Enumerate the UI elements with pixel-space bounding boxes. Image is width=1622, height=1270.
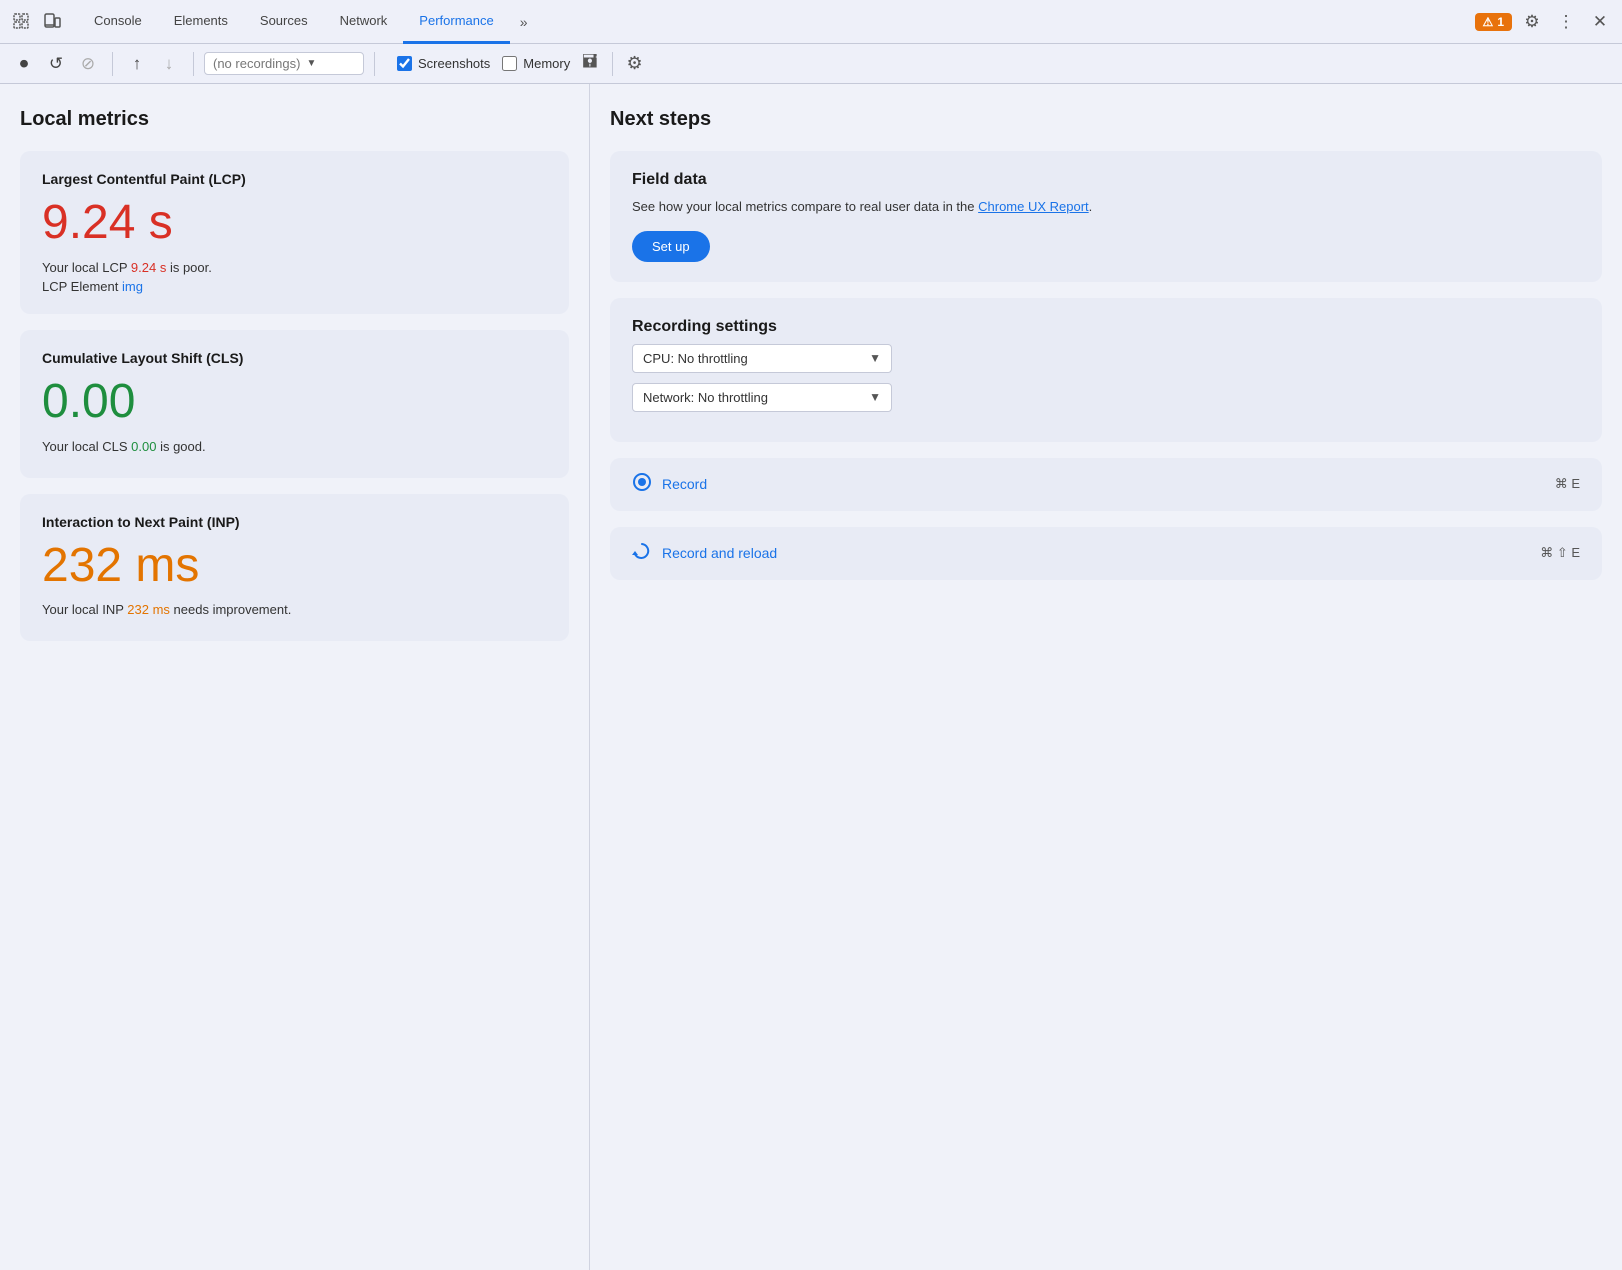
lcp-desc: Your local LCP 9.24 s is poor. <box>42 260 547 275</box>
inp-desc-value: 232 ms <box>127 602 170 617</box>
right-panel: Next steps Field data See how your local… <box>590 84 1622 1270</box>
left-panel: Local metrics Largest Contentful Paint (… <box>0 84 590 1270</box>
cls-card-title: Cumulative Layout Shift (CLS) <box>42 350 547 366</box>
record-reload-action-label: Record and reload <box>662 545 777 561</box>
more-options-icon[interactable]: ⋮ <box>1552 8 1580 36</box>
refresh-button[interactable]: ↺ <box>42 50 70 78</box>
record-action-label: Record <box>662 476 707 492</box>
toolbar-separator-4 <box>612 52 613 76</box>
lcp-value: 9.24 s <box>42 197 547 250</box>
cpu-throttling-select[interactable]: CPU: No throttling ▼ <box>632 344 892 373</box>
lcp-card-title: Largest Contentful Paint (LCP) <box>42 171 547 187</box>
recording-settings-card: Recording settings CPU: No throttling ▼ … <box>610 298 1602 442</box>
network-throttling-select[interactable]: Network: No throttling ▼ <box>632 383 892 412</box>
tab-sources[interactable]: Sources <box>244 0 324 44</box>
screenshots-checkbox[interactable] <box>397 56 412 71</box>
devtools-device-icon[interactable] <box>38 8 66 36</box>
record-reload-action-left[interactable]: Record and reload <box>632 541 777 566</box>
settings-icon[interactable]: ⚙ <box>1518 8 1546 36</box>
memory-label: Memory <box>523 56 570 71</box>
field-data-desc-after: . <box>1089 199 1093 214</box>
record-action-card[interactable]: Record ⌘ E <box>610 458 1602 511</box>
upload-button[interactable]: ↑ <box>123 50 151 78</box>
screenshots-checkbox-label[interactable]: Screenshots <box>397 56 490 71</box>
cls-value: 0.00 <box>42 376 547 429</box>
cls-desc: Your local CLS 0.00 is good. <box>42 439 547 454</box>
record-reload-shortcut: ⌘ ⇧ E <box>1540 545 1580 561</box>
field-data-card: Field data See how your local metrics co… <box>610 151 1602 282</box>
field-data-desc: See how your local metrics compare to re… <box>632 197 1580 217</box>
recording-select-arrow: ▼ <box>306 58 316 69</box>
cls-desc-suffix: is good. <box>156 439 205 454</box>
toolbar-settings-icon[interactable]: ⚙ <box>627 53 643 74</box>
lcp-element-label: LCP Element <box>42 279 118 294</box>
toolbar: ⏺ ↺ ⊘ ↑ ↓ (no recordings) ▼ Screenshots … <box>0 44 1622 84</box>
recording-select-label: (no recordings) <box>213 56 300 71</box>
memory-checkbox-label[interactable]: Memory <box>502 56 570 71</box>
inp-desc-suffix: needs improvement. <box>170 602 291 617</box>
field-data-title: Field data <box>632 171 1580 189</box>
record-reload-icon <box>632 541 652 566</box>
tab-console[interactable]: Console <box>78 0 158 44</box>
screenshots-label: Screenshots <box>418 56 490 71</box>
lcp-element: LCP Element img <box>42 279 547 294</box>
local-metrics-title: Local metrics <box>20 108 569 131</box>
inp-card: Interaction to Next Paint (INP) 232 ms Y… <box>20 494 569 642</box>
record-shortcut: ⌘ E <box>1555 476 1580 492</box>
tab-elements[interactable]: Elements <box>158 0 244 44</box>
network-throttling-arrow: ▼ <box>869 390 881 404</box>
lcp-desc-suffix: is poor. <box>166 260 212 275</box>
inp-card-title: Interaction to Next Paint (INP) <box>42 514 547 530</box>
network-throttling-label: Network: No throttling <box>643 390 768 405</box>
cls-card: Cumulative Layout Shift (CLS) 0.00 Your … <box>20 330 569 478</box>
next-steps-title: Next steps <box>610 108 1602 131</box>
main-content: Local metrics Largest Contentful Paint (… <box>0 84 1622 1270</box>
tab-items: Console Elements Sources Network Perform… <box>78 0 1471 44</box>
tab-network[interactable]: Network <box>324 0 404 44</box>
inp-value: 232 ms <box>42 540 547 593</box>
cpu-throttling-label: CPU: No throttling <box>643 351 748 366</box>
tab-performance[interactable]: Performance <box>403 0 509 44</box>
record-action-left[interactable]: Record <box>632 472 707 497</box>
memory-icon[interactable]: 🖬 <box>582 49 597 79</box>
issues-icon: ⚠ <box>1483 15 1494 29</box>
issues-badge[interactable]: ⚠ 1 <box>1475 13 1512 31</box>
recording-settings-title: Recording settings <box>632 318 1580 336</box>
devtools-select-icon[interactable] <box>8 8 36 36</box>
field-data-desc-before: See how your local metrics compare to re… <box>632 199 978 214</box>
record-button[interactable]: ⏺ <box>10 50 38 78</box>
cpu-throttling-arrow: ▼ <box>869 351 881 365</box>
issues-count: 1 <box>1497 15 1504 29</box>
toolbar-separator-1 <box>112 52 113 76</box>
tab-more[interactable]: » <box>510 0 538 44</box>
toolbar-separator-2 <box>193 52 194 76</box>
lcp-card: Largest Contentful Paint (LCP) 9.24 s Yo… <box>20 151 569 314</box>
tab-bar-left <box>8 8 66 36</box>
toolbar-right: Screenshots Memory 🖬 <box>397 49 598 79</box>
recording-select[interactable]: (no recordings) ▼ <box>204 52 364 75</box>
setup-button[interactable]: Set up <box>632 231 710 262</box>
memory-checkbox[interactable] <box>502 56 517 71</box>
close-icon[interactable]: ✕ <box>1586 8 1614 36</box>
download-button[interactable]: ↓ <box>155 50 183 78</box>
tab-bar: Console Elements Sources Network Perform… <box>0 0 1622 44</box>
record-reload-action-card[interactable]: Record and reload ⌘ ⇧ E <box>610 527 1602 580</box>
lcp-desc-value: 9.24 s <box>131 260 166 275</box>
cls-desc-value: 0.00 <box>131 439 156 454</box>
clear-button[interactable]: ⊘ <box>74 50 102 78</box>
inp-desc-prefix: Your local INP <box>42 602 127 617</box>
record-circle-icon <box>632 472 652 497</box>
cls-desc-prefix: Your local CLS <box>42 439 131 454</box>
tab-bar-right: ⚠ 1 ⚙ ⋮ ✕ <box>1475 8 1614 36</box>
lcp-desc-prefix: Your local LCP <box>42 260 131 275</box>
chrome-ux-link[interactable]: Chrome UX Report <box>978 199 1089 214</box>
toolbar-separator-3 <box>374 52 375 76</box>
lcp-element-value[interactable]: img <box>122 279 143 294</box>
inp-desc: Your local INP 232 ms needs improvement. <box>42 602 547 617</box>
